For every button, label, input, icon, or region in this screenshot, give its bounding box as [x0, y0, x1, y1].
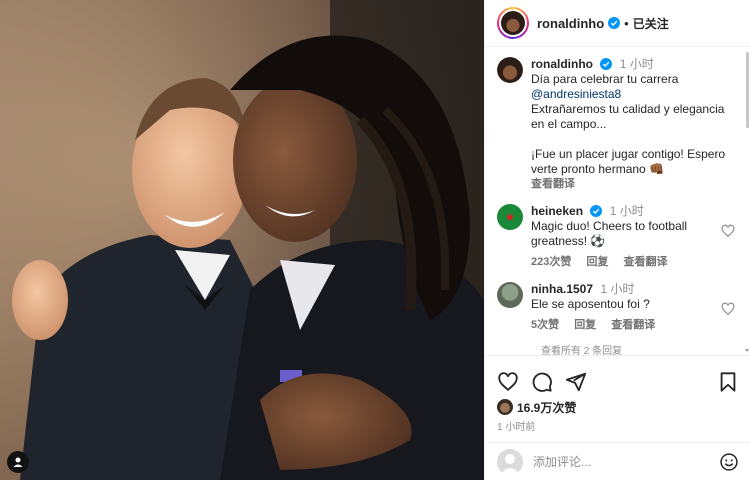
- follow-button[interactable]: 已关注: [633, 15, 669, 32]
- reply-button[interactable]: 回复: [574, 319, 596, 331]
- tagged-users-button[interactable]: [7, 451, 29, 473]
- caption-text-line: en el campo...: [531, 117, 607, 131]
- author-avatar[interactable]: [497, 7, 529, 39]
- comments-scrollbar[interactable]: [745, 52, 749, 352]
- caption-time: 1 小时: [619, 57, 654, 71]
- caption-text-line: ¡Fue un placer jugar contigo! Espero: [531, 147, 726, 161]
- default-user-icon: [500, 453, 520, 475]
- bookmark-icon: [720, 372, 736, 392]
- comment-item: ★ heineken 1 小时 Magic duo! Cheers to foo…: [497, 204, 735, 270]
- caption-avatar[interactable]: [497, 57, 523, 83]
- comment-composer: [485, 442, 750, 480]
- share-icon: [565, 372, 587, 392]
- scrollbar-thumb[interactable]: [746, 52, 749, 128]
- see-translation-link[interactable]: 查看翻译: [623, 256, 667, 268]
- action-bar: [485, 356, 750, 398]
- comment-button[interactable]: [531, 371, 553, 393]
- comments-list[interactable]: ronaldinho 1 小时 Día para celebrar tu car…: [485, 48, 747, 355]
- post-photo-illustration: [0, 0, 484, 480]
- caption-text-line: Extrañaremos tu calidad y elegancia: [531, 102, 725, 116]
- see-translation-link[interactable]: 查看翻译: [531, 178, 575, 190]
- post-like-count[interactable]: 16.9万次赞: [517, 399, 576, 416]
- comment-author[interactable]: heineken: [531, 204, 583, 218]
- instagram-post-view: ronaldinho • 已关注 ronaldinho 1 小时 Día par…: [0, 0, 750, 480]
- save-button[interactable]: [717, 371, 739, 393]
- post-timestamp[interactable]: 1 小时前: [485, 416, 750, 433]
- comment-like-count[interactable]: 223次赞: [531, 256, 571, 268]
- author-username[interactable]: ronaldinho: [537, 16, 604, 31]
- comment-icon: [532, 372, 552, 392]
- comment-text: Ele se aposentou foi ?: [531, 297, 650, 311]
- post-header: ronaldinho • 已关注: [485, 0, 750, 47]
- verified-badge-icon: [600, 58, 613, 70]
- comment-item: ninha.1507 1 小时 Ele se aposentou foi ? 5…: [497, 282, 735, 333]
- see-translation-link[interactable]: 查看翻译: [611, 319, 655, 331]
- header-separator: •: [624, 15, 629, 31]
- add-comment-input[interactable]: [533, 454, 703, 469]
- comment-time: 1 小时: [600, 282, 635, 296]
- comment-author[interactable]: ninha.1507: [531, 282, 593, 296]
- caption: ronaldinho 1 小时 Día para celebrar tu car…: [497, 57, 735, 192]
- commenter-avatar[interactable]: ★: [497, 204, 523, 230]
- comment-like-heart-icon[interactable]: [721, 302, 735, 316]
- post-photo[interactable]: [0, 0, 484, 480]
- comment-like-heart-icon[interactable]: [721, 224, 735, 238]
- comment-like-count[interactable]: 5次赞: [531, 319, 559, 331]
- like-button[interactable]: [497, 371, 519, 393]
- share-button[interactable]: [565, 371, 587, 393]
- liker-avatar: [497, 399, 513, 415]
- user-icon: [13, 457, 23, 467]
- star-icon: ★: [504, 210, 516, 224]
- heart-icon: [498, 372, 518, 391]
- commenter-avatar[interactable]: [497, 282, 523, 308]
- reply-button[interactable]: 回复: [586, 256, 608, 268]
- caption-mention[interactable]: @andresiniesta8: [531, 87, 735, 102]
- comment-text: Magic duo! Cheers to football greatness!…: [531, 219, 688, 248]
- caption-text-line: Día para celebrar tu carrera: [531, 72, 679, 86]
- emoji-icon[interactable]: [719, 452, 739, 472]
- view-replies-link[interactable]: 查看所有 2 条回复: [541, 342, 622, 355]
- verified-badge-icon: [590, 205, 603, 217]
- caption-text-line: verte pronto hermano 👊🏾: [531, 162, 665, 176]
- comment-time: 1 小时: [609, 204, 644, 218]
- scroll-down-arrow-icon[interactable]: [745, 349, 749, 352]
- viewer-avatar: [497, 448, 523, 475]
- verified-badge-icon: [608, 17, 621, 29]
- caption-author[interactable]: ronaldinho: [531, 57, 593, 71]
- post-sidebar: ronaldinho • 已关注 ronaldinho 1 小时 Día par…: [484, 0, 750, 480]
- post-actions-panel: 16.9万次赞 1 小时前: [485, 355, 750, 480]
- post-likes[interactable]: 16.9万次赞: [485, 398, 750, 416]
